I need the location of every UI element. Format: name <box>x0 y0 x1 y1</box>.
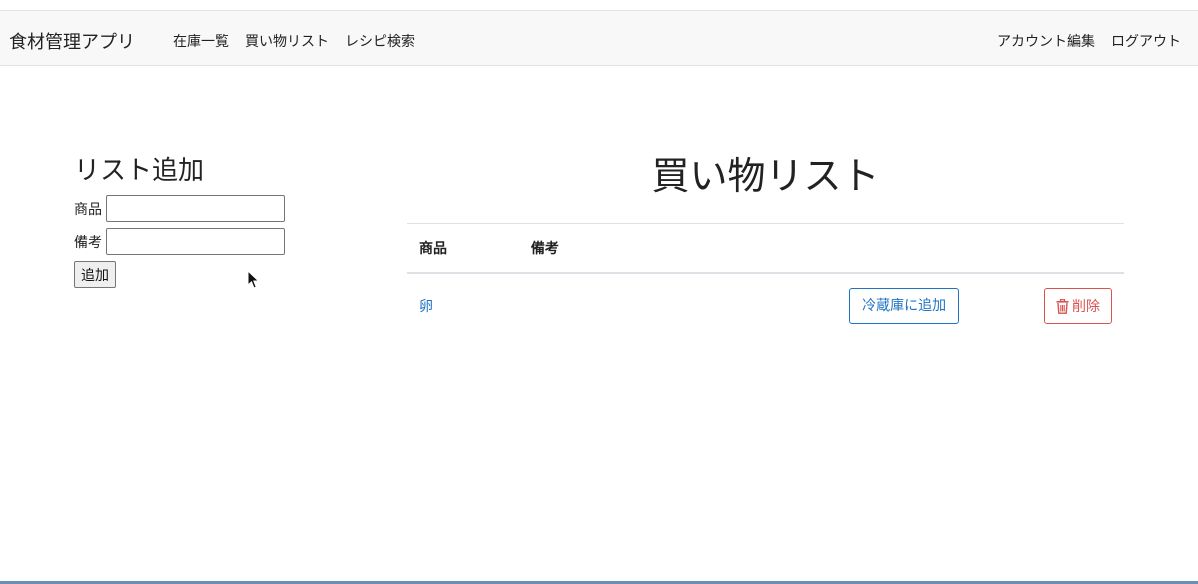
table-header: 商品 備考 <box>407 223 1124 274</box>
app-window: 食材管理アプリ 在庫一覧 買い物リスト レシピ検索 アカウント編集 ログアウト … <box>0 0 1198 584</box>
cell-item: 卵 <box>407 273 519 338</box>
table-body: 卵 冷蔵庫に追加 削除 <box>407 273 1124 338</box>
navbar: 食材管理アプリ 在庫一覧 買い物リスト レシピ検索 アカウント編集 ログアウト <box>0 10 1198 66</box>
cell-add-to-fridge: 冷蔵庫に追加 <box>776 273 1032 338</box>
note-row: 備考 <box>74 228 334 255</box>
table-header-row: 商品 備考 <box>407 223 1124 274</box>
nav-link-account-edit[interactable]: アカウント編集 <box>997 31 1095 51</box>
item-input[interactable] <box>106 195 285 222</box>
nav-link-shopping-list[interactable]: 買い物リスト <box>245 31 329 51</box>
delete-button[interactable]: 削除 <box>1044 288 1112 324</box>
item-label: 商品 <box>74 201 102 218</box>
nav-right-group: アカウント編集 ログアウト <box>997 31 1181 51</box>
note-input[interactable] <box>106 228 285 255</box>
shopping-list-table: 商品 備考 卵 冷蔵庫に追加 削除 <box>407 223 1124 338</box>
nav-link-recipe-search[interactable]: レシピ検索 <box>345 31 415 51</box>
delete-label: 削除 <box>1072 299 1100 315</box>
column-header-note: 備考 <box>518 223 777 274</box>
nav-link-inventory[interactable]: 在庫一覧 <box>173 31 229 51</box>
nav-left-group: 在庫一覧 買い物リスト レシピ検索 <box>173 31 415 51</box>
cell-delete: 削除 <box>1032 273 1124 338</box>
column-header-delete <box>1032 223 1124 274</box>
add-form-title: リスト追加 <box>74 156 205 186</box>
shopping-list-section: 買い物リスト 商品 備考 卵 冷蔵庫に追加 削除 <box>407 150 1124 338</box>
page-title: 買い物リスト <box>651 154 880 198</box>
note-label: 備考 <box>74 234 102 251</box>
add-to-fridge-button[interactable]: 冷蔵庫に追加 <box>849 288 960 324</box>
item-row: 商品 <box>74 195 334 222</box>
table-row: 卵 冷蔵庫に追加 削除 <box>407 273 1124 338</box>
item-link[interactable]: 卵 <box>419 299 433 315</box>
cell-note <box>519 273 776 338</box>
column-header-item: 商品 <box>407 223 519 274</box>
trash-icon <box>1056 298 1069 314</box>
add-list-form: リスト追加 商品 備考 追加 <box>74 150 334 288</box>
column-header-action <box>776 223 1032 274</box>
nav-link-logout[interactable]: ログアウト <box>1111 31 1181 51</box>
add-button[interactable]: 追加 <box>74 261 116 288</box>
mouse-cursor-icon <box>247 269 261 290</box>
brand-link[interactable]: 食材管理アプリ <box>9 28 135 54</box>
